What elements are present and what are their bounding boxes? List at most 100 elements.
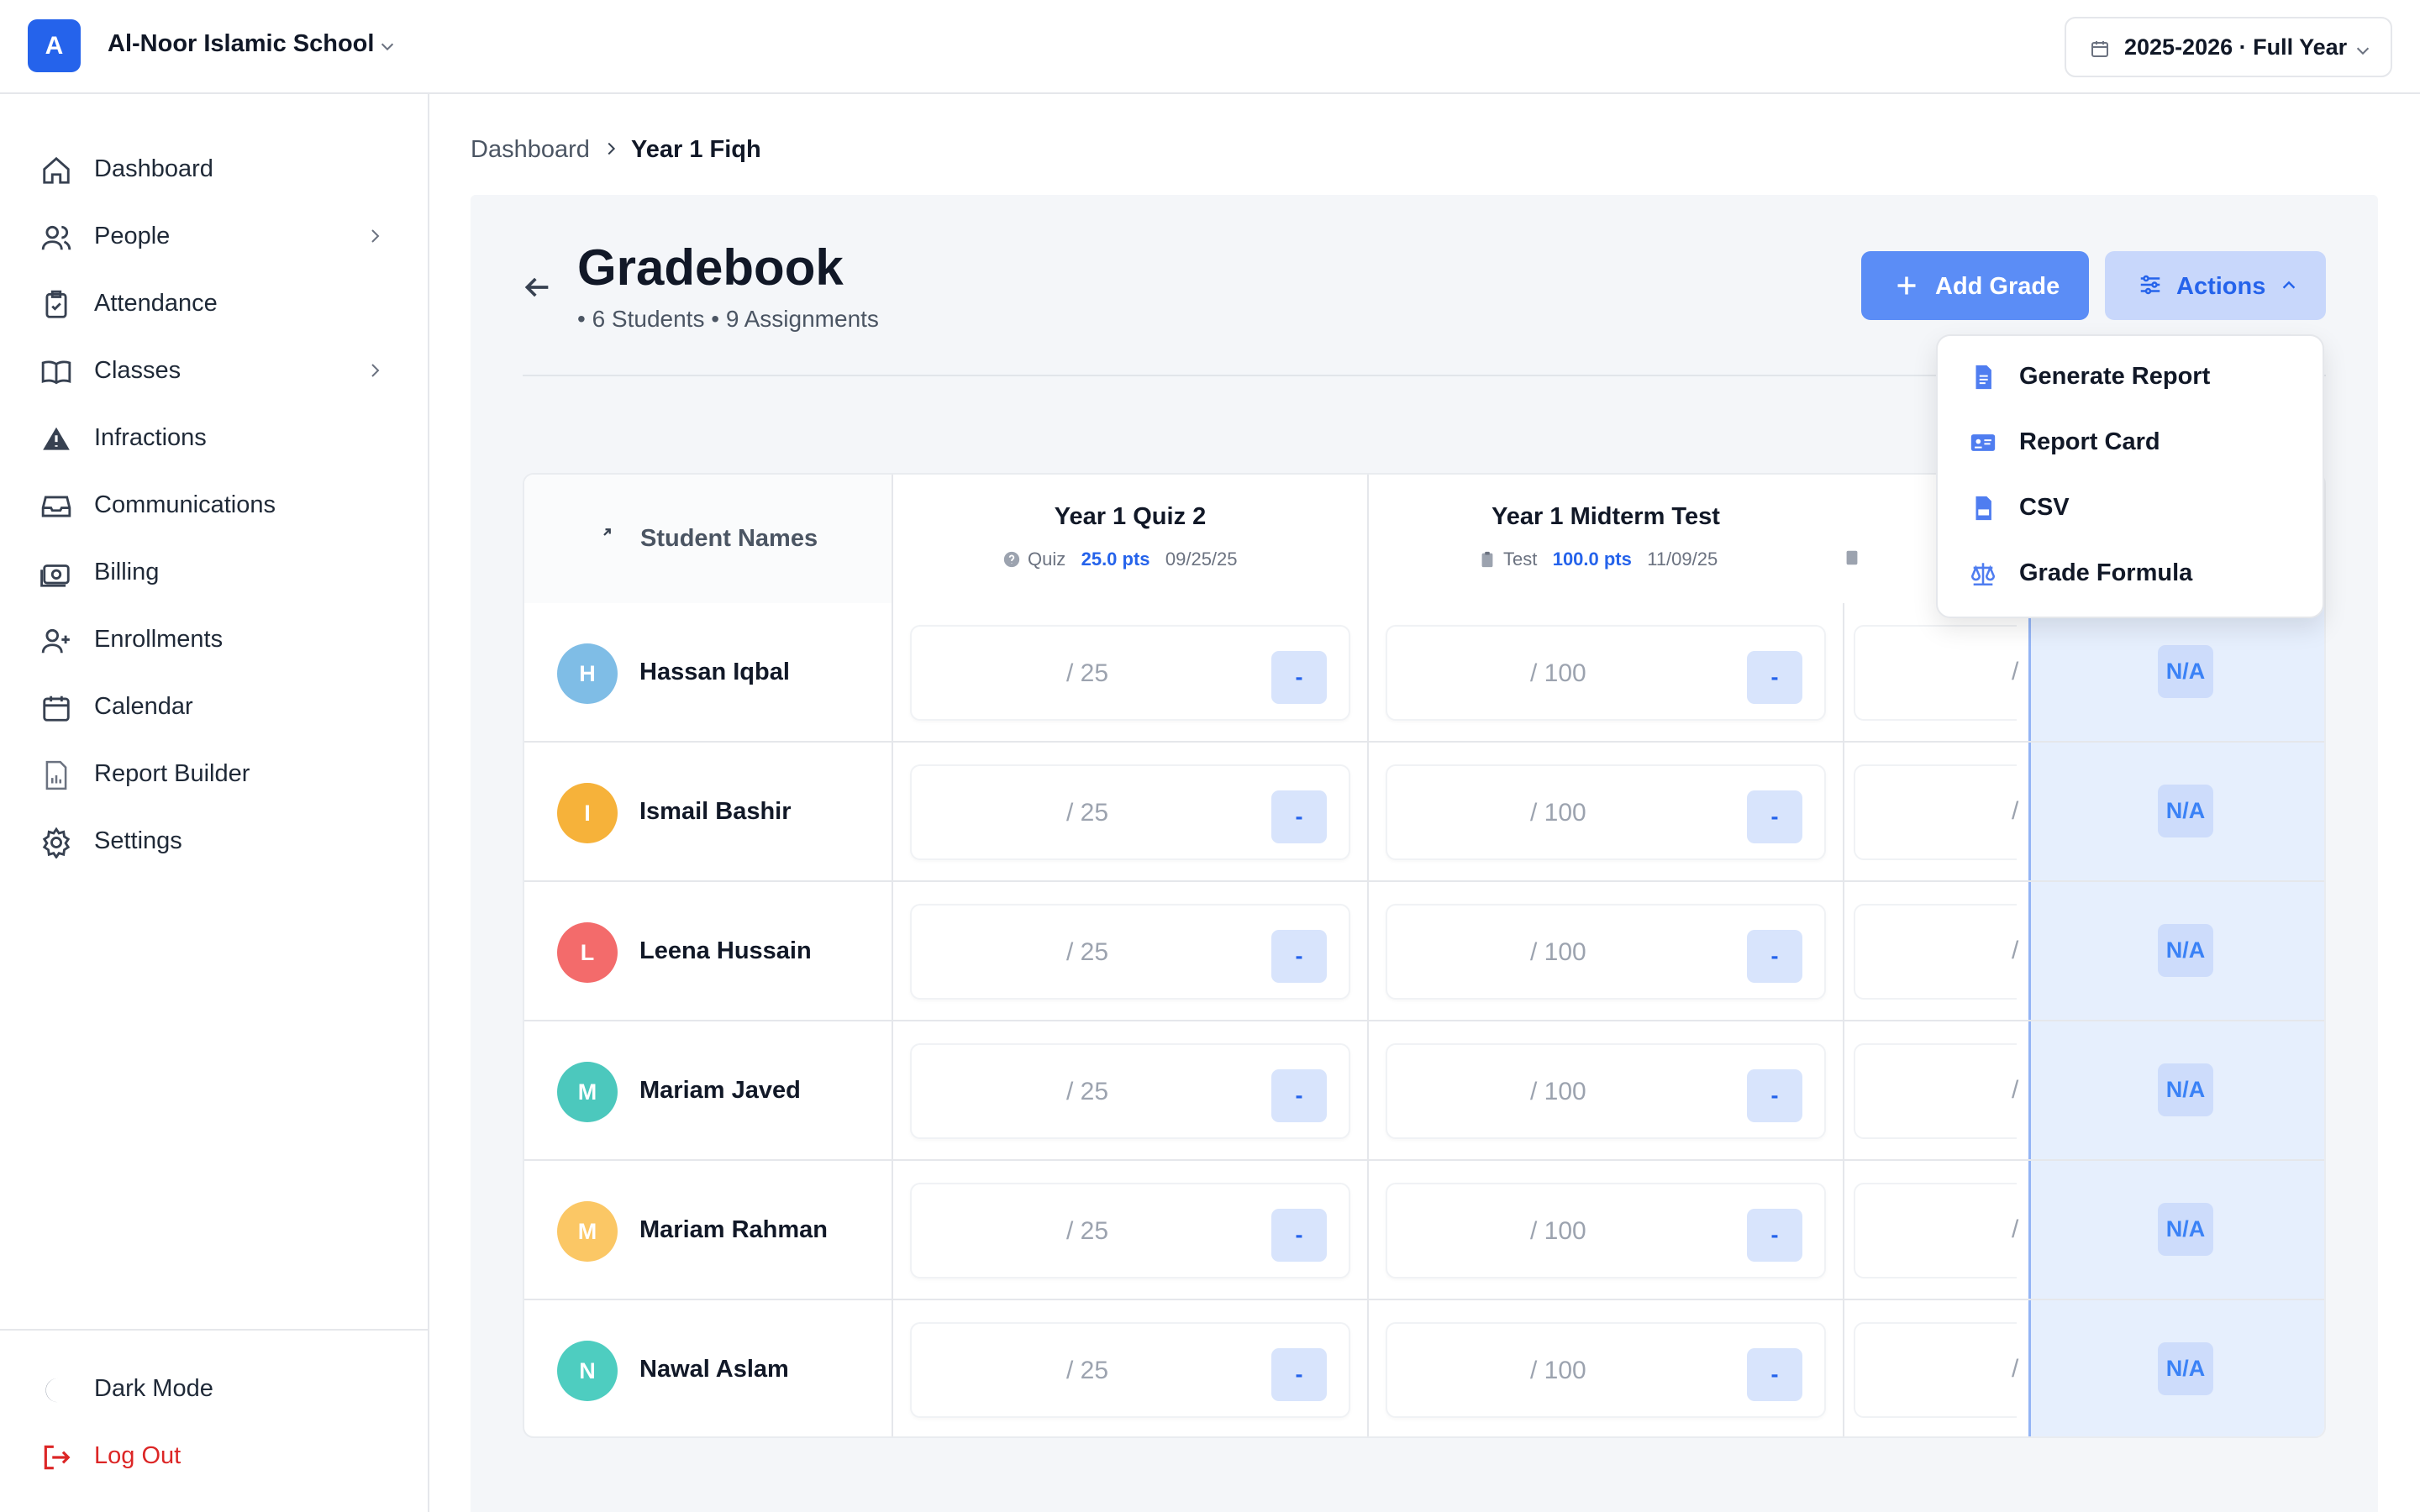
id-card-icon xyxy=(1970,434,1996,451)
school-name[interactable]: Al-Noor Islamic School xyxy=(108,30,374,58)
student-name-cell[interactable]: M Mariam Javed xyxy=(524,1021,893,1161)
sidebar-item-billing[interactable]: Billing xyxy=(0,545,428,596)
score-status-chip[interactable]: - xyxy=(1271,1069,1327,1122)
sidebar-item-dashboard[interactable]: Dashboard xyxy=(0,142,428,192)
score-cell: / 100 - xyxy=(1369,1161,1844,1300)
student-name[interactable]: Hassan Iqbal xyxy=(639,659,790,686)
calendar-icon xyxy=(43,696,70,722)
student-name-cell[interactable]: M Mariam Rahman xyxy=(524,1161,893,1300)
add-grade-button[interactable]: Add Grade xyxy=(1861,251,2089,320)
score-status-chip[interactable]: - xyxy=(1747,930,1802,983)
score-input[interactable] xyxy=(1854,1322,2017,1418)
menu-item-csv[interactable]: CSV xyxy=(1938,479,2323,544)
report-icon xyxy=(45,760,67,790)
score-cell: / 25 - xyxy=(893,1300,1369,1436)
score-status-chip[interactable]: - xyxy=(1747,1209,1802,1262)
score-input[interactable] xyxy=(1854,625,2017,721)
sidebar-item-enrollments[interactable]: Enrollments xyxy=(0,612,428,663)
school-logo[interactable]: A xyxy=(28,19,81,72)
student-name[interactable]: Nawal Aslam xyxy=(639,1356,789,1383)
score-status-chip[interactable]: - xyxy=(1271,790,1327,843)
final-grade-chip[interactable]: N/A xyxy=(2158,1342,2213,1395)
chevron-down-icon xyxy=(2356,47,2370,55)
assignment-type: Test xyxy=(1503,549,1538,570)
score-total: / 100 xyxy=(1530,938,1586,966)
final-grade-chip[interactable]: N/A xyxy=(2158,1203,2213,1256)
sidebar-divider xyxy=(0,1329,428,1331)
score-status-chip[interactable]: - xyxy=(1747,790,1802,843)
score-status-chip[interactable]: - xyxy=(1747,651,1802,704)
score-input[interactable]: / 100 - xyxy=(1386,625,1826,721)
assignment-header-midterm[interactable]: Year 1 Midterm Test Test 100.0 pts 11/09… xyxy=(1369,475,1844,603)
score-input[interactable]: / 100 - xyxy=(1386,1322,1826,1418)
score-status-chip[interactable]: - xyxy=(1747,1069,1802,1122)
score-status-chip[interactable]: - xyxy=(1271,1209,1327,1262)
sidebar-item-calendar[interactable]: Calendar xyxy=(0,680,428,730)
score-input[interactable]: / 100 - xyxy=(1386,1043,1826,1139)
student-name-cell[interactable]: N Nawal Aslam xyxy=(524,1300,893,1436)
final-grade-chip[interactable]: N/A xyxy=(2158,924,2213,977)
breadcrumb-dashboard-link[interactable]: Dashboard xyxy=(471,136,590,164)
back-arrow-icon[interactable] xyxy=(520,270,554,304)
score-total: / 100 xyxy=(1530,659,1586,687)
student-names-header[interactable]: Student Names xyxy=(524,475,893,603)
school-year-selector[interactable]: 2025-2026 · Full Year xyxy=(2065,17,2392,77)
sidebar-item-report-builder[interactable]: Report Builder xyxy=(0,747,428,797)
score-input[interactable]: / 25 - xyxy=(910,1043,1350,1139)
score-input[interactable]: / 100 - xyxy=(1386,1183,1826,1278)
student-name-cell[interactable]: L Leena Hussain xyxy=(524,882,893,1021)
score-cell: / 25 - xyxy=(893,603,1369,743)
final-grade-chip[interactable]: N/A xyxy=(2158,1063,2213,1116)
student-name-cell[interactable]: H Hassan Iqbal xyxy=(524,603,893,743)
score-input[interactable] xyxy=(1854,1183,2017,1278)
score-input[interactable]: / 25 - xyxy=(910,764,1350,860)
menu-item-report-card[interactable]: Report Card xyxy=(1938,413,2323,479)
assignment-meta: Quiz 25.0 pts 09/25/25 xyxy=(1002,549,1238,570)
actions-button[interactable]: Actions xyxy=(2105,251,2326,320)
sidebar-item-people[interactable]: People xyxy=(0,209,428,260)
score-status-chip[interactable]: - xyxy=(1271,930,1327,983)
add-grade-label: Add Grade xyxy=(1935,273,2060,300)
menu-item-generate-report[interactable]: Generate Report xyxy=(1938,348,2323,413)
score-status-chip[interactable]: - xyxy=(1747,1348,1802,1401)
assignment-points: 100.0 pts xyxy=(1552,549,1632,570)
student-name[interactable]: Leena Hussain xyxy=(639,937,812,965)
assignment-header-quiz[interactable]: Year 1 Quiz 2 Quiz 25.0 pts 09/25/25 xyxy=(893,475,1369,603)
score-input[interactable]: / 100 - xyxy=(1386,764,1826,860)
warning-icon xyxy=(43,427,70,450)
student-name[interactable]: Ismail Bashir xyxy=(639,798,792,826)
score-input[interactable]: / 25 - xyxy=(910,1183,1350,1278)
sidebar-item-communications[interactable]: Communications xyxy=(0,478,428,528)
score-input[interactable] xyxy=(1854,764,2017,860)
table-row: M Mariam Rahman / 25 - / 100 - / N/A xyxy=(524,1161,2324,1300)
table-row: N Nawal Aslam / 25 - / 100 - / N/A xyxy=(524,1300,2324,1436)
user-plus-icon xyxy=(41,628,70,654)
sidebar-item-classes[interactable]: Classes xyxy=(0,344,428,394)
score-input[interactable] xyxy=(1854,904,2017,1000)
score-input[interactable]: / 25 - xyxy=(910,625,1350,721)
sidebar-item-attendance[interactable]: Attendance xyxy=(0,276,428,327)
score-input[interactable] xyxy=(1854,1043,2017,1139)
score-input[interactable]: / 100 - xyxy=(1386,904,1826,1000)
score-status-chip[interactable]: - xyxy=(1271,651,1327,704)
score-status-chip[interactable]: - xyxy=(1271,1348,1327,1401)
final-grade-chip[interactable]: N/A xyxy=(2158,785,2213,837)
final-grade-chip[interactable]: N/A xyxy=(2158,645,2213,698)
score-total: / xyxy=(2012,1076,2019,1104)
dark-mode-toggle[interactable]: Dark Mode xyxy=(0,1362,428,1412)
score-input[interactable]: / 25 - xyxy=(910,1322,1350,1418)
sidebar-item-label: Report Builder xyxy=(94,760,250,787)
sort-icon[interactable] xyxy=(599,525,614,540)
score-input[interactable]: / 25 - xyxy=(910,904,1350,1000)
menu-item-label: Generate Report xyxy=(2019,363,2211,390)
menu-item-grade-formula[interactable]: Grade Formula xyxy=(1938,544,2323,610)
logout-icon xyxy=(44,1445,71,1470)
sidebar-item-infractions[interactable]: Infractions xyxy=(0,411,428,461)
sidebar-item-settings[interactable]: Settings xyxy=(0,814,428,864)
logout-button[interactable]: Log Out xyxy=(0,1429,428,1479)
student-name-cell[interactable]: I Ismail Bashir xyxy=(524,743,893,882)
student-name[interactable]: Mariam Javed xyxy=(639,1077,801,1105)
student-name[interactable]: Mariam Rahman xyxy=(639,1216,828,1244)
chevron-down-icon[interactable] xyxy=(378,37,397,55)
chevron-right-icon xyxy=(608,142,616,155)
